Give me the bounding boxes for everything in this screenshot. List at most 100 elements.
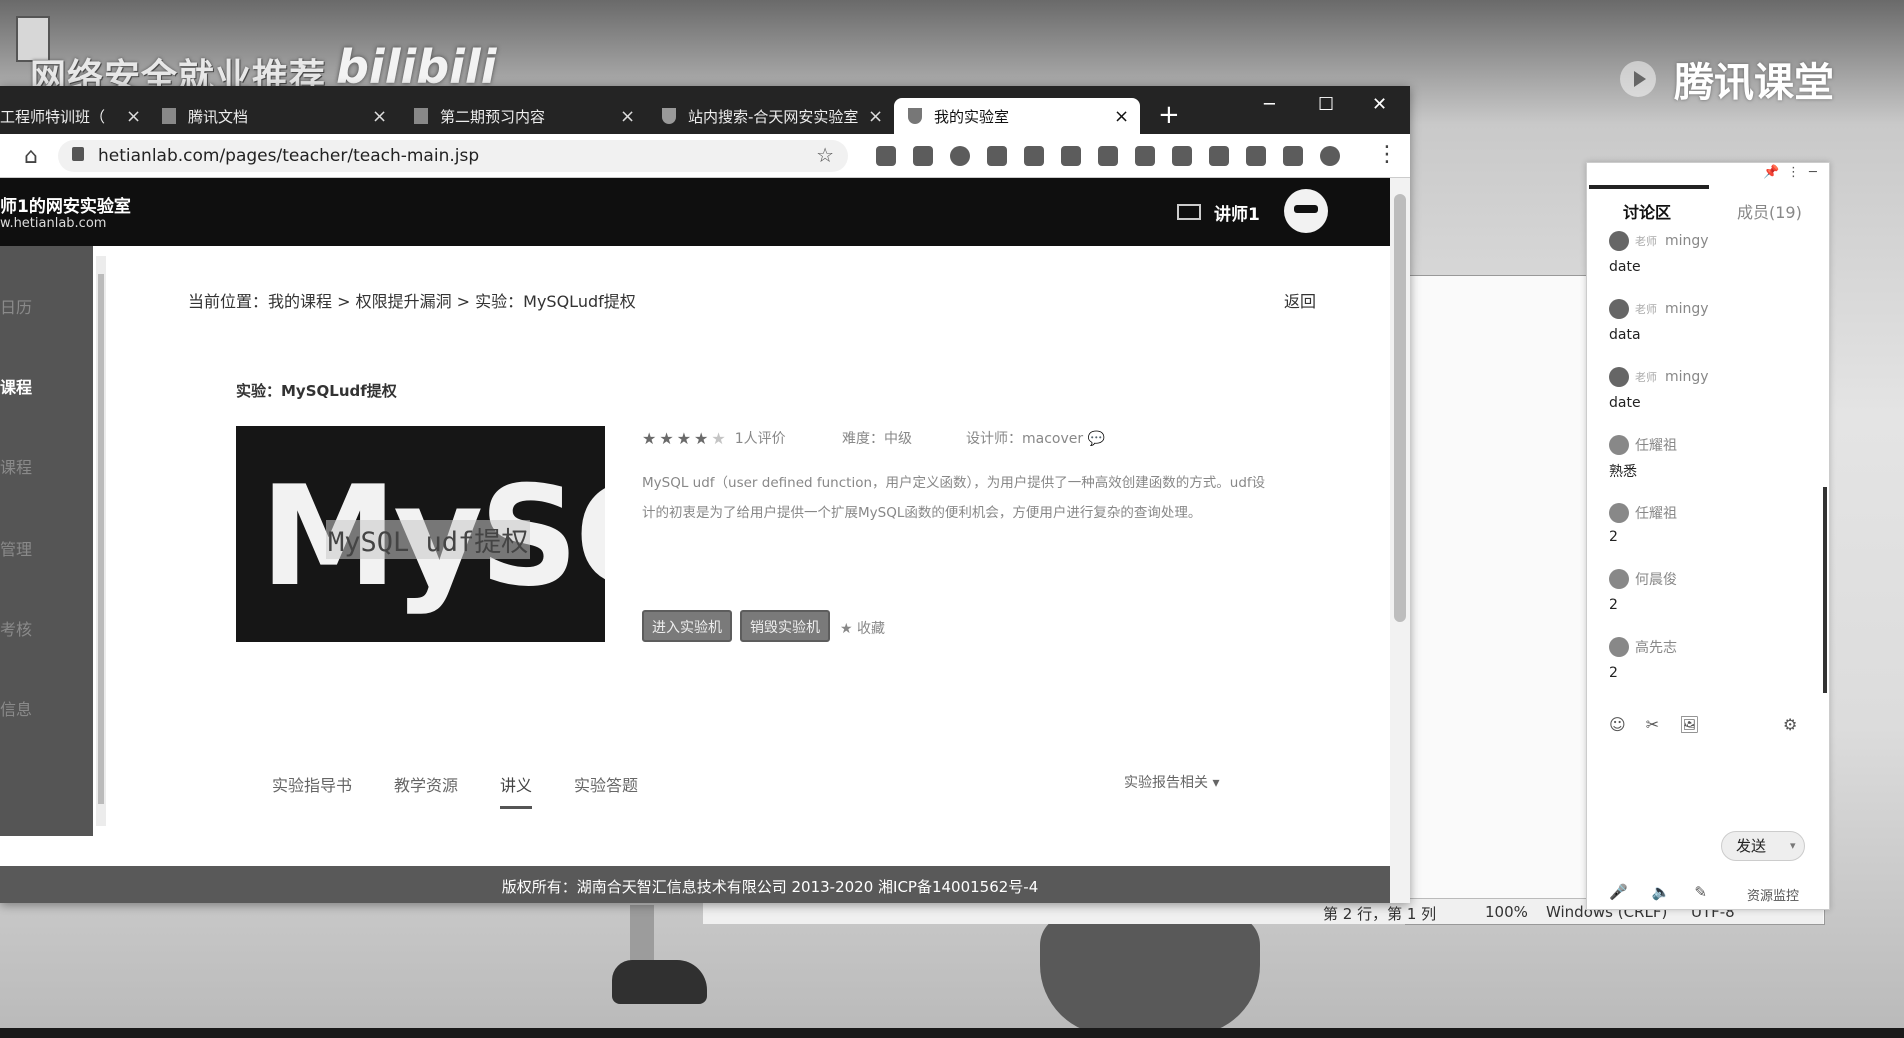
- close-icon[interactable]: ×: [868, 106, 883, 127]
- image-icon[interactable]: 🖼: [1679, 715, 1699, 734]
- puzzle-icon[interactable]: [1283, 146, 1303, 166]
- microphone-icon[interactable]: 🎤: [1609, 883, 1628, 901]
- sender-name[interactable]: 任耀祖: [1635, 503, 1677, 523]
- pen-icon[interactable]: ✎: [1694, 883, 1707, 901]
- emoji-icon[interactable]: ☺: [1609, 715, 1626, 734]
- sender-name[interactable]: mingy: [1665, 301, 1709, 317]
- tab-handout[interactable]: 讲义: [500, 772, 533, 809]
- url-text[interactable]: hetianlab.com/pages/teacher/teach-main.j…: [98, 146, 479, 166]
- site-name: 师1的网安实验室: [0, 197, 131, 217]
- extension-icon[interactable]: [950, 146, 970, 166]
- url-field[interactable]: hetianlab.com/pages/teacher/teach-main.j…: [58, 140, 848, 172]
- close-icon[interactable]: ×: [620, 106, 635, 127]
- chevron-down-icon[interactable]: ▾: [1790, 832, 1796, 860]
- tab-lab-quiz[interactable]: 实验答题: [574, 772, 638, 809]
- message-text: 2: [1609, 597, 1618, 613]
- close-icon[interactable]: ×: [372, 106, 387, 127]
- cursor-position: 第 2 行，第 1 列: [1323, 905, 1437, 923]
- extension-icon[interactable]: [1098, 146, 1118, 166]
- profile-icon[interactable]: [1320, 146, 1340, 166]
- play-icon: [1620, 61, 1656, 97]
- doc-icon: [162, 108, 176, 124]
- back-link[interactable]: 返回: [1284, 288, 1316, 312]
- sidebar-scrollbar-thumb[interactable]: [98, 274, 104, 804]
- extension-icon[interactable]: [987, 146, 1007, 166]
- minimize-icon[interactable]: ─: [1809, 165, 1817, 180]
- filled-stars: ★★★★: [642, 428, 712, 448]
- tab-lab-guide[interactable]: 实验指导书: [272, 772, 352, 809]
- sender-name[interactable]: 何晨俊: [1635, 569, 1677, 589]
- more-icon[interactable]: ⋮: [1787, 165, 1800, 180]
- user-avatar[interactable]: [1609, 231, 1629, 251]
- sender-name[interactable]: 任耀祖: [1635, 435, 1677, 455]
- new-tab-button[interactable]: +: [1158, 100, 1180, 130]
- send-button[interactable]: 发送 ▾: [1721, 831, 1805, 861]
- settings-icon[interactable]: ⚙: [1783, 715, 1797, 734]
- destroy-lab-button[interactable]: 销毁实验机: [740, 610, 830, 642]
- close-icon[interactable]: ×: [1114, 106, 1129, 127]
- tab-my-lab[interactable]: 我的实验室 ×: [894, 98, 1140, 134]
- tab-members[interactable]: 成员(19): [1737, 199, 1802, 223]
- home-icon[interactable]: ⌂: [24, 144, 38, 169]
- message-header: 何晨俊: [1609, 569, 1677, 589]
- extension-icon[interactable]: [1209, 146, 1229, 166]
- mail-icon[interactable]: [1177, 204, 1201, 220]
- teacher-name[interactable]: 讲师1: [1214, 200, 1260, 225]
- tab-tencent-docs[interactable]: 腾讯文档 ×: [162, 98, 392, 134]
- rating-stars: ★★★★★: [642, 429, 729, 448]
- page-scrollbar-thumb[interactable]: [1394, 194, 1406, 622]
- tab-teaching-resources[interactable]: 教学资源: [394, 772, 458, 809]
- pin-icon[interactable]: 📌: [1763, 165, 1779, 180]
- rating: ★★★★★ 1人评价: [642, 428, 786, 448]
- close-icon[interactable]: ×: [126, 106, 141, 127]
- chat-panel: 📌 ⋮ ─ 讨论区 成员(19) 老师 mingy date 老师 mingy …: [1586, 162, 1830, 910]
- extension-icon[interactable]: [1172, 146, 1192, 166]
- report-dropdown[interactable]: 实验报告相关 ▾: [1124, 772, 1219, 792]
- extension-icon[interactable]: [1024, 146, 1044, 166]
- tab-preview-content[interactable]: 第二期预习内容 ×: [414, 98, 644, 134]
- chat-titlebar: 📌 ⋮ ─: [1587, 163, 1831, 185]
- sidebar-item-manage[interactable]: 管理: [0, 536, 32, 560]
- lock-icon[interactable]: [72, 147, 84, 161]
- sidebar-item-calendar[interactable]: 日历: [0, 294, 32, 318]
- designer[interactable]: 设计师：macover 💬: [966, 428, 1105, 448]
- extension-icon[interactable]: [876, 146, 896, 166]
- chat-scrollbar[interactable]: [1823, 487, 1827, 693]
- extension-icon[interactable]: [1061, 146, 1081, 166]
- tab-site-search[interactable]: 站内搜索-合天网安实验室 ×: [662, 98, 892, 134]
- favorite-button[interactable]: ★ 收藏: [840, 618, 885, 638]
- sender-name[interactable]: mingy: [1665, 369, 1709, 385]
- user-avatar[interactable]: [1609, 367, 1629, 387]
- user-avatar[interactable]: [1609, 299, 1629, 319]
- difficulty: 难度：中级: [842, 431, 912, 447]
- extension-icon[interactable]: [1246, 146, 1266, 166]
- tab-training[interactable]: 工程师特训班（ ×: [0, 98, 150, 134]
- sidebar-item-courses[interactable]: 课程: [0, 374, 32, 398]
- sender-name[interactable]: 高先志: [1635, 637, 1677, 657]
- avatar[interactable]: [1284, 189, 1328, 233]
- enter-lab-button[interactable]: 进入实验机: [642, 610, 732, 642]
- user-avatar[interactable]: [1609, 435, 1629, 455]
- bookmark-star-icon[interactable]: ☆: [816, 143, 834, 167]
- tab-discussion[interactable]: 讨论区: [1623, 199, 1671, 223]
- user-avatar[interactable]: [1609, 503, 1629, 523]
- close-window-button[interactable]: ✕: [1372, 94, 1387, 115]
- sidebar-item-exam[interactable]: 考核: [0, 616, 32, 640]
- user-avatar[interactable]: [1609, 569, 1629, 589]
- sender-name[interactable]: mingy: [1665, 233, 1709, 249]
- sidebar-item-info[interactable]: 信息: [0, 696, 32, 720]
- message-text: 2: [1609, 665, 1618, 681]
- extension-icon[interactable]: [913, 146, 933, 166]
- user-avatar[interactable]: [1609, 637, 1629, 657]
- minimize-button[interactable]: ─: [1264, 94, 1275, 115]
- maximize-button[interactable]: ☐: [1318, 94, 1334, 115]
- extension-icon[interactable]: [1135, 146, 1155, 166]
- browser-menu-icon[interactable]: ⋮: [1376, 142, 1398, 167]
- sidebar-item-course[interactable]: 课程: [0, 454, 32, 478]
- speaker-icon[interactable]: 🔈: [1652, 883, 1671, 901]
- breadcrumb[interactable]: 当前位置：我的课程 > 权限提升漏洞 > 实验：MySQLudf提权: [188, 288, 636, 312]
- resource-monitor-link[interactable]: 资源监控: [1747, 885, 1799, 904]
- scissors-icon[interactable]: ✂: [1646, 715, 1659, 734]
- rating-count[interactable]: 1人评价: [735, 428, 786, 448]
- message-text: 熟悉: [1609, 464, 1637, 480]
